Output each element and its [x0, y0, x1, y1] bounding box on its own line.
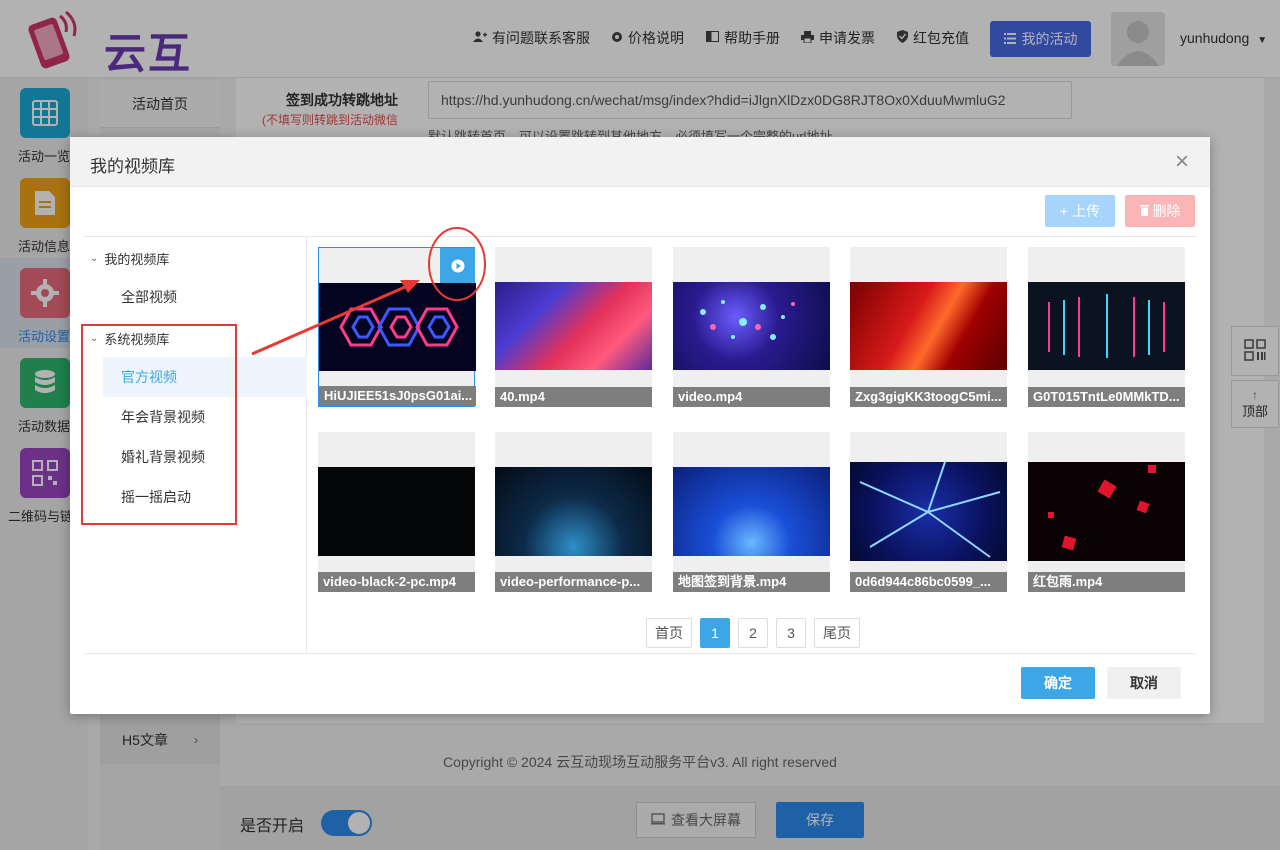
delete-label: 删除: [1152, 203, 1181, 219]
video-card[interactable]: 地图签到背景.mp4: [673, 432, 830, 592]
video-filename: video-black-2-pc.mp4: [318, 572, 475, 592]
delete-button[interactable]: 删除: [1125, 195, 1195, 227]
upload-label: 上传: [1072, 203, 1101, 219]
trash-icon: [1139, 203, 1149, 219]
video-thumbnail: [495, 282, 652, 370]
video-card[interactable]: G0T015TntLe0MMkTD...: [1028, 247, 1185, 407]
video-card[interactable]: 40.mp4: [495, 247, 652, 407]
page-last[interactable]: 尾页: [814, 618, 860, 648]
video-card[interactable]: video-black-2-pc.mp4: [318, 432, 475, 592]
video-library-modal: 我的视频库 × + 上传 删除 ⌄ 我的视频库 全部视频 ⌄ 系统视频库 官方视…: [70, 137, 1210, 714]
video-filename: video-performance-p...: [495, 572, 652, 592]
video-card[interactable]: video-performance-p...: [495, 432, 652, 592]
video-thumbnail: [318, 467, 475, 556]
video-filename: 0d6d944c86bc0599_...: [850, 572, 1007, 592]
confirm-button[interactable]: 确定: [1021, 667, 1095, 699]
divider: [85, 653, 1195, 654]
video-card[interactable]: 红包雨.mp4: [1028, 432, 1185, 592]
page-3[interactable]: 3: [776, 618, 806, 648]
video-thumbnail: [673, 282, 830, 370]
video-filename: HiUJIEE51sJ0psG01ai...: [319, 386, 476, 406]
highlight-box: [81, 324, 237, 525]
plus-icon: +: [1059, 203, 1069, 219]
chevron-down-icon: ⌄: [90, 253, 99, 264]
video-card[interactable]: video.mp4: [673, 247, 830, 407]
page-2[interactable]: 2: [738, 618, 768, 648]
page-first[interactable]: 首页: [646, 618, 692, 648]
close-icon[interactable]: ×: [1175, 149, 1189, 175]
video-filename: 红包雨.mp4: [1028, 572, 1185, 592]
video-card[interactable]: HiUJIEE51sJ0psG01ai...: [318, 247, 476, 407]
video-card[interactable]: Zxg3gigKK3toogC5mi...: [850, 247, 1007, 407]
cancel-button[interactable]: 取消: [1107, 667, 1181, 699]
video-filename: video.mp4: [673, 387, 830, 407]
video-card[interactable]: 0d6d944c86bc0599_...: [850, 432, 1007, 592]
video-filename: Zxg3gigKK3toogC5mi...: [850, 387, 1007, 407]
upload-button[interactable]: + 上传: [1045, 195, 1115, 227]
play-icon[interactable]: [440, 248, 475, 283]
modal-header: 我的视频库 ×: [70, 137, 1210, 187]
video-filename: 40.mp4: [495, 387, 652, 407]
video-thumbnail: [850, 462, 1007, 561]
video-thumbnail: [850, 282, 1007, 370]
tree-group-label: 我的视频库: [104, 252, 170, 267]
video-thumbnail: [319, 283, 476, 371]
video-thumbnail: [1028, 282, 1185, 370]
modal-title: 我的视频库: [90, 157, 175, 176]
page-1[interactable]: 1: [700, 618, 730, 648]
tree-item-all-videos[interactable]: 全部视频: [103, 277, 307, 317]
video-thumbnail: [1028, 462, 1185, 561]
video-thumbnail: [673, 467, 830, 556]
video-thumbnail: [495, 467, 652, 556]
pagination: 首页 1 2 3 尾页: [646, 618, 860, 648]
video-filename: G0T015TntLe0MMkTD...: [1028, 387, 1185, 407]
video-filename: 地图签到背景.mp4: [673, 572, 830, 592]
tree-group-my-library[interactable]: ⌄ 我的视频库: [90, 249, 169, 268]
